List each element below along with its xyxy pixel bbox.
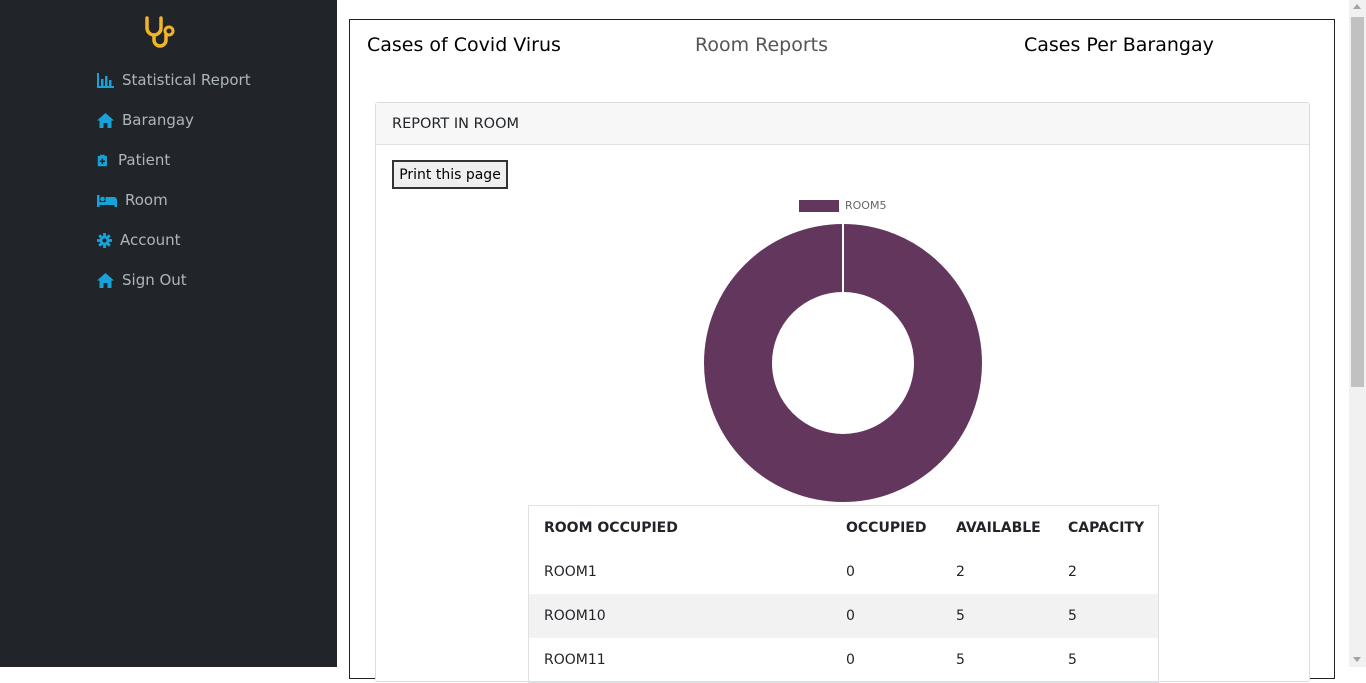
sidebar-nav: Statistical Report Barangay Patient Room…	[97, 60, 251, 300]
sidebar-item-label: Room	[125, 191, 168, 209]
bed-icon	[97, 194, 117, 207]
rooms-table: ROOM OCCUPIED OCCUPIED AVAILABLE CAPACIT…	[528, 505, 1159, 683]
stethoscope-icon[interactable]	[143, 14, 177, 50]
table-row: ROOM11 0 5 5	[529, 638, 1159, 683]
sidebar-item-sign-out[interactable]: Sign Out	[97, 260, 251, 300]
home-icon	[97, 272, 114, 288]
legend-label[interactable]: ROOM5	[845, 199, 886, 212]
column-header-available: AVAILABLE	[956, 520, 1041, 536]
sidebar-item-label: Statistical Report	[122, 71, 251, 89]
table-row: ROOM1 0 2 2	[529, 550, 1159, 594]
column-header-capacity: CAPACITY	[1068, 520, 1145, 536]
room-name-cell: ROOM1	[544, 564, 597, 580]
occupied-cell: 0	[846, 652, 855, 668]
table-header-row: ROOM OCCUPIED OCCUPIED AVAILABLE CAPACIT…	[529, 506, 1159, 551]
column-header-room-occupied: ROOM OCCUPIED	[544, 520, 678, 536]
sidebar-item-label: Patient	[118, 151, 171, 169]
tab-cases-of-covid-virus[interactable]: Cases of Covid Virus	[367, 34, 561, 56]
medical-clipboard-icon	[97, 154, 107, 166]
sidebar-item-patient[interactable]: Patient	[97, 140, 251, 180]
sidebar-item-room[interactable]: Room	[97, 180, 251, 220]
legend-swatch[interactable]	[799, 200, 839, 212]
scroll-up-arrow-icon[interactable]	[1353, 4, 1361, 9]
card-header: REPORT IN ROOM	[376, 103, 1309, 145]
home-icon	[97, 112, 114, 128]
scrollbar-thumb[interactable]	[1351, 17, 1364, 387]
room-name-cell: ROOM11	[544, 652, 606, 668]
bar-chart-icon	[97, 72, 114, 88]
sidebar-item-label: Barangay	[122, 111, 194, 129]
column-header-occupied: OCCUPIED	[846, 520, 927, 536]
scroll-down-arrow-icon[interactable]	[1353, 657, 1361, 662]
available-cell: 2	[956, 564, 965, 580]
available-cell: 5	[956, 608, 965, 624]
sidebar-item-label: Sign Out	[122, 271, 187, 289]
sidebar-item-statistical-report[interactable]: Statistical Report	[97, 60, 251, 100]
page-scrollbar[interactable]	[1349, 0, 1366, 667]
tab-room-reports[interactable]: Room Reports	[695, 34, 828, 56]
capacity-cell: 2	[1068, 564, 1077, 580]
print-button[interactable]: Print this page	[392, 160, 508, 189]
occupied-cell: 0	[846, 608, 855, 624]
capacity-cell: 5	[1068, 608, 1077, 624]
room-name-cell: ROOM10	[544, 608, 606, 624]
tab-cases-per-barangay[interactable]: Cases Per Barangay	[1024, 34, 1214, 56]
table-row: ROOM10 0 5 5	[528, 594, 1159, 638]
gear-icon	[97, 232, 112, 248]
sidebar-item-barangay[interactable]: Barangay	[97, 100, 251, 140]
available-cell: 5	[956, 652, 965, 668]
sidebar-item-account[interactable]: Account	[97, 220, 251, 260]
sidebar-item-label: Account	[120, 231, 181, 249]
occupied-cell: 0	[846, 564, 855, 580]
room-doughnut-chart: ROOM5	[704, 199, 982, 502]
capacity-cell: 5	[1068, 652, 1077, 668]
sidebar: Statistical Report Barangay Patient Room…	[0, 0, 337, 667]
